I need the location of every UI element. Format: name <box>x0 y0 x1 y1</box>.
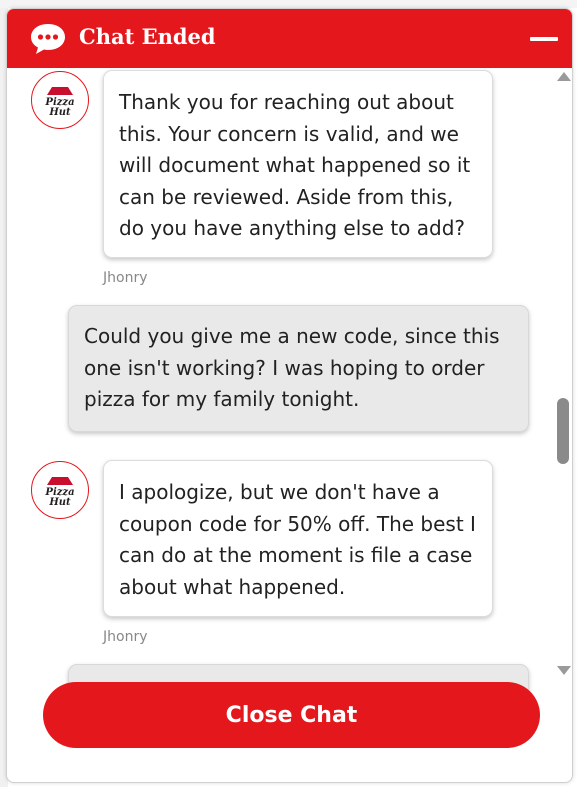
message-list[interactable]: Pizza Hut Thank you for reaching out abo… <box>7 68 572 782</box>
minimize-button[interactable] <box>526 25 562 53</box>
user-message: Could you give me a new code, since this… <box>68 305 529 432</box>
scroll-up-icon[interactable] <box>557 72 571 81</box>
chat-window: Chat Ended Pizza Hut Thank you for reach… <box>6 8 573 783</box>
close-chat-button[interactable]: Close Chat <box>43 682 540 748</box>
chat-title: Chat Ended <box>79 24 216 49</box>
agent-message: Thank you for reaching out about this. Y… <box>103 70 493 258</box>
minimize-icon <box>530 37 558 41</box>
chat-header: Chat Ended <box>7 9 572 68</box>
svg-text:Hut: Hut <box>48 497 71 508</box>
agent-message-text: Thank you for reaching out about this. Y… <box>119 90 471 240</box>
agent-avatar: Pizza Hut <box>31 461 89 519</box>
pizza-hut-logo-icon: Pizza Hut <box>44 87 75 118</box>
svg-text:Hut: Hut <box>48 107 71 118</box>
scroll-down-icon[interactable] <box>557 666 571 675</box>
scrollbar[interactable] <box>553 68 572 782</box>
chat-bubble-icon <box>31 24 65 54</box>
agent-avatar: Pizza Hut <box>31 71 89 129</box>
agent-message: I apologize, but we don't have a coupon … <box>103 460 493 617</box>
user-message-text: Could you give me a new code, since this… <box>84 324 500 411</box>
agent-message-text: I apologize, but we don't have a coupon … <box>119 480 476 599</box>
pizza-hut-logo-icon: Pizza Hut <box>44 477 75 508</box>
agent-sender-name: Jhonry <box>103 270 148 286</box>
scrollbar-thumb[interactable] <box>557 398 569 464</box>
agent-sender-name: Jhonry <box>103 629 148 645</box>
